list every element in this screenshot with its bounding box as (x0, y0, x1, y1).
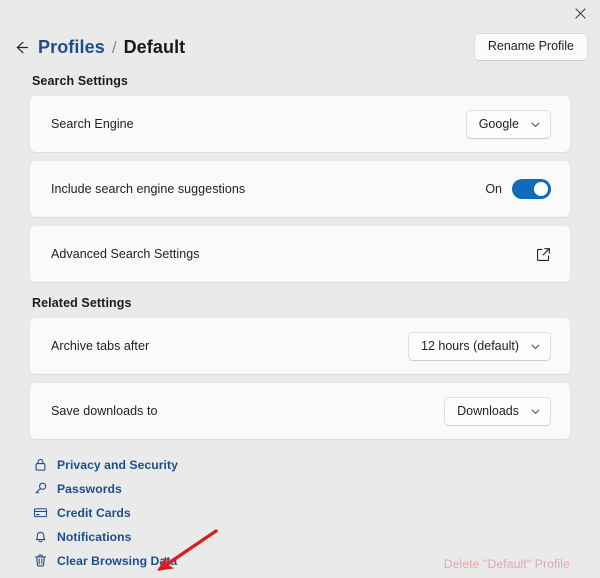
link-privacy-and-security[interactable]: Privacy and Security (30, 454, 570, 475)
chevron-down-icon (531, 344, 540, 349)
archive-tabs-dropdown[interactable]: 12 hours (default) (408, 331, 551, 361)
breadcrumb-current-profile: Default (123, 36, 186, 57)
close-window-button[interactable] (560, 0, 600, 26)
row-advanced-search-settings[interactable]: Advanced Search Settings (30, 226, 570, 282)
bell-icon (32, 529, 48, 545)
external-link-icon[interactable] (536, 247, 551, 262)
lock-icon (32, 457, 48, 473)
related-links-list: Privacy and Security Passwords Credit Ca… (30, 454, 570, 571)
save-downloads-control: Downloads (444, 396, 551, 426)
link-label: Credit Cards (57, 505, 131, 520)
link-credit-cards[interactable]: Credit Cards (30, 502, 570, 523)
search-engine-control: Google (465, 109, 551, 139)
link-notifications[interactable]: Notifications (30, 526, 570, 547)
link-label: Clear Browsing Data (57, 553, 178, 568)
save-downloads-dropdown[interactable]: Downloads (444, 396, 551, 426)
search-settings-heading: Search Settings (32, 74, 128, 88)
title-bar (0, 0, 600, 26)
row-search-engine[interactable]: Search Engine Google (30, 96, 570, 152)
rename-profile-button[interactable]: Rename Profile (473, 33, 588, 61)
chevron-down-icon (531, 122, 540, 127)
save-downloads-label: Save downloads to (51, 404, 158, 418)
back-button[interactable] (10, 36, 32, 58)
toggle-knob (533, 182, 548, 196)
advanced-search-settings-label: Advanced Search Settings (51, 247, 200, 261)
archive-tabs-control: 12 hours (default) (408, 331, 551, 361)
search-suggestions-control: On (485, 179, 551, 199)
search-engine-label: Search Engine (51, 117, 134, 131)
row-save-downloads[interactable]: Save downloads to Downloads (30, 383, 570, 439)
page-header: Profiles / Default Rename Profile (0, 28, 600, 66)
save-downloads-value: Downloads (457, 404, 519, 418)
search-engine-value: Google (478, 117, 519, 131)
settings-content: Search Settings Search Engine Google Inc… (0, 68, 600, 578)
row-search-suggestions[interactable]: Include search engine suggestions On (30, 161, 570, 217)
trash-icon (32, 553, 48, 569)
archive-tabs-label: Archive tabs after (51, 339, 150, 353)
related-settings-heading: Related Settings (32, 296, 132, 310)
close-icon (574, 7, 586, 19)
credit-card-icon (32, 505, 48, 521)
delete-profile-button[interactable]: Delete "Default" Profile (444, 557, 570, 571)
archive-tabs-value: 12 hours (default) (421, 339, 519, 353)
arrow-left-icon (16, 41, 28, 53)
breadcrumb-separator: / (111, 37, 117, 57)
chevron-down-icon (531, 409, 540, 414)
link-label: Privacy and Security (57, 457, 178, 472)
search-engine-dropdown[interactable]: Google (465, 109, 551, 139)
breadcrumb-profiles-link[interactable]: Profiles (38, 37, 105, 58)
search-suggestions-label: Include search engine suggestions (51, 182, 246, 196)
link-label: Passwords (57, 481, 122, 496)
search-suggestions-toggle[interactable] (512, 179, 551, 199)
breadcrumb: Profiles / Default (38, 37, 185, 58)
advanced-search-settings-control (536, 247, 551, 262)
link-passwords[interactable]: Passwords (30, 478, 570, 499)
search-suggestions-state: On (485, 182, 502, 196)
link-label: Notifications (57, 529, 132, 544)
key-icon (32, 481, 48, 497)
row-archive-tabs[interactable]: Archive tabs after 12 hours (default) (30, 318, 570, 374)
